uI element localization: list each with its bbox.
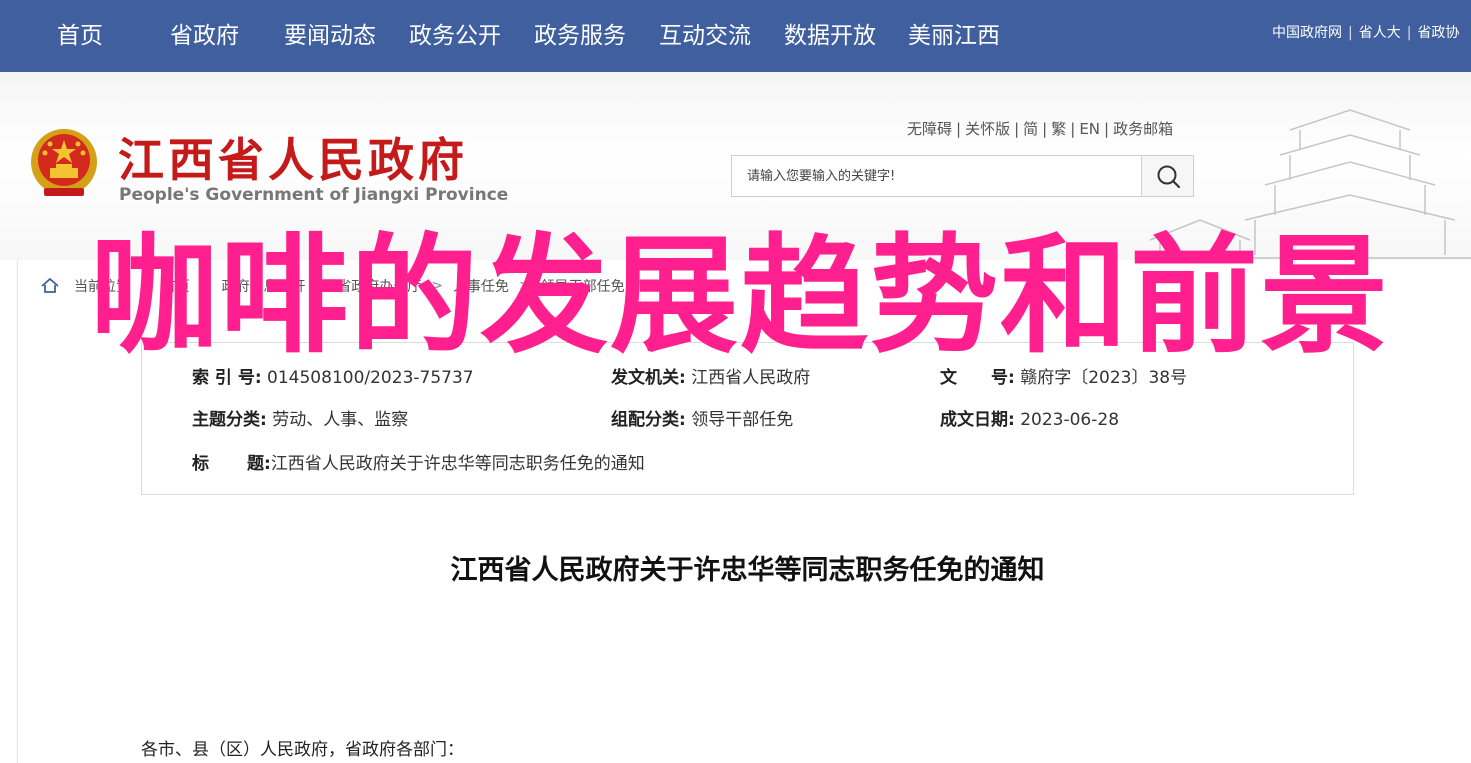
link-provincial-congress[interactable]: 省人大 xyxy=(1359,25,1401,41)
separator: | xyxy=(1042,120,1048,138)
link-simplified[interactable]: 简 xyxy=(1023,120,1038,138)
chevron-right-icon: > xyxy=(431,278,443,294)
meta-title: 标 题:江西省人民政府关于许忠华等同志职务任免的通知 xyxy=(192,449,645,474)
link-english[interactable]: EN xyxy=(1079,120,1100,138)
search-box xyxy=(731,155,1142,197)
meta-value: 领导干部任免 xyxy=(691,410,794,430)
breadcrumb-item[interactable]: 省政府办公厅 xyxy=(337,279,421,295)
meta-value: 江西省人民政府关于许忠华等同志职务任免的通知 xyxy=(270,454,645,474)
chevron-right-icon: > xyxy=(199,278,212,294)
breadcrumb-item[interactable]: 首页 xyxy=(162,279,190,295)
link-care-mode[interactable]: 关怀版 xyxy=(965,120,1010,138)
meta-value: 江西省人民政府 xyxy=(691,368,811,388)
breadcrumb-item: 当前位置 xyxy=(74,279,130,295)
meta-value: 014508100/2023-75737 xyxy=(267,368,474,388)
link-accessibility[interactable]: 无障碍 xyxy=(907,120,952,138)
separator: | xyxy=(1348,25,1353,41)
meta-label: 文 号: xyxy=(940,368,1015,388)
utility-links: 无障碍 | 关怀版 | 简 | 繁 | EN | 政务邮箱 xyxy=(907,118,1173,139)
breadcrumb-item[interactable]: 政府信息公开 xyxy=(221,279,305,295)
chevron-right-icon: > xyxy=(140,278,152,294)
separator: | xyxy=(956,120,962,138)
meta-label: 题: xyxy=(247,454,271,474)
national-emblem-icon xyxy=(31,129,97,196)
link-traditional[interactable]: 繁 xyxy=(1051,120,1066,138)
site-title: 江西省人民政府 xyxy=(118,133,468,187)
nav-item-interaction[interactable]: 互动交流 xyxy=(659,0,751,72)
separator: | xyxy=(1070,120,1076,138)
meta-label: 标 xyxy=(192,454,209,474)
link-gov-mail[interactable]: 政务邮箱 xyxy=(1113,120,1173,138)
link-provincial-cppcc[interactable]: 省政协 xyxy=(1417,25,1459,41)
top-nav-bar: 首页 省政府 要闻动态 政务公开 政务服务 互动交流 数据开放 美丽江西 中国政… xyxy=(0,0,1471,72)
link-china-gov[interactable]: 中国政府网 xyxy=(1272,25,1342,41)
nav-item-gov-affairs-open[interactable]: 政务公开 xyxy=(409,0,501,72)
site-subtitle: People's Government of Jiangxi Province xyxy=(119,185,509,205)
meta-category: 组配分类: 领导干部任免 xyxy=(611,405,793,430)
meta-value: 2023-06-28 xyxy=(1020,410,1120,430)
separator: | xyxy=(1406,25,1412,41)
search-button[interactable] xyxy=(1141,155,1194,197)
chevron-right-icon: > xyxy=(518,278,531,294)
meta-issuer: 发文机关: 江西省人民政府 xyxy=(611,363,810,388)
home-icon[interactable] xyxy=(40,278,60,294)
breadcrumb-item[interactable]: 领导干部任免 xyxy=(541,279,625,295)
meta-label: 发文机关: xyxy=(611,368,686,388)
breadcrumb-item[interactable]: 人事任免 xyxy=(453,279,509,295)
meta-value: 劳动、人事、监察 xyxy=(272,410,409,430)
meta-label: 主题分类: xyxy=(192,410,267,430)
search-input[interactable] xyxy=(732,156,1142,196)
separator: | xyxy=(1104,120,1110,138)
meta-date: 成文日期: 2023-06-28 xyxy=(940,405,1119,430)
meta-label: 组配分类: xyxy=(611,410,686,430)
nav-item-home[interactable]: 首页 xyxy=(57,0,103,72)
meta-label: 索 引 号: xyxy=(192,368,262,388)
main-content xyxy=(17,260,1471,763)
separator: | xyxy=(1014,120,1020,138)
nav-item-provincial-gov[interactable]: 省政府 xyxy=(170,0,239,72)
meta-index-number: 索 引 号: 014508100/2023-75737 xyxy=(192,363,474,388)
document-metadata-box: 索 引 号: 014508100/2023-75737 发文机关: 江西省人民政… xyxy=(141,342,1354,495)
site-header: 江西省人民政府 People's Government of Jiangxi P… xyxy=(0,72,1471,260)
nav-item-beautiful-jiangxi[interactable]: 美丽江西 xyxy=(908,0,1000,72)
article-title: 江西省人民政府关于许忠华等同志职务任免的通知 xyxy=(450,555,1045,586)
meta-label: 成文日期: xyxy=(940,410,1015,430)
nav-item-open-data[interactable]: 数据开放 xyxy=(784,0,876,72)
meta-value: 赣府字〔2023〕38号 xyxy=(1020,368,1188,388)
search-icon xyxy=(1157,165,1181,189)
top-right-links: 中国政府网 | 省人大 | 省政协 xyxy=(1272,22,1459,42)
breadcrumb: 当前位置 > 首页 > 政府信息公开 > 省政府办公厅 > 人事任免 > 领导干部任免 xyxy=(40,276,625,296)
nav-item-gov-services[interactable]: 政务服务 xyxy=(534,0,626,72)
chevron-right-icon: > xyxy=(315,278,328,294)
meta-document-number: 文 号: 赣府字〔2023〕38号 xyxy=(940,363,1187,388)
meta-topic: 主题分类: 劳动、人事、监察 xyxy=(192,405,408,430)
nav-item-news[interactable]: 要闻动态 xyxy=(284,0,376,72)
article-salutation: 各市、县（区）人民政府，省政府各部门： xyxy=(141,740,464,760)
